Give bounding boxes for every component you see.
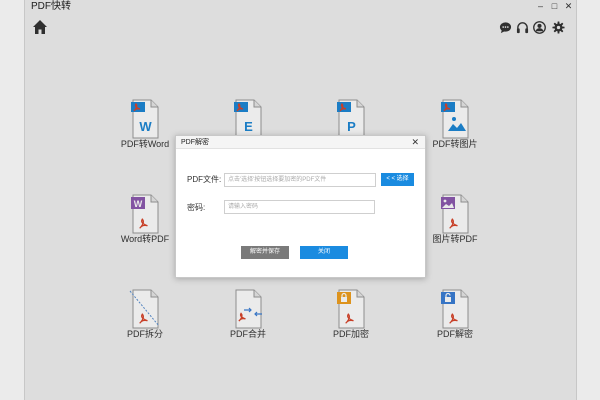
dialog-title-bar: PDF解密 ✕ xyxy=(176,136,425,149)
decrypt-dialog: PDF解密 ✕ PDF文件: 点击'选择'按钮选择要加密的PDF文件 < < 选… xyxy=(175,135,426,278)
dialog-title: PDF解密 xyxy=(181,139,209,146)
password-label: 密码: xyxy=(187,203,206,212)
pdf-file-label: PDF文件: xyxy=(187,175,222,184)
dialog-close-icon[interactable]: ✕ xyxy=(411,137,419,148)
decrypt-save-button[interactable]: 解密并保存 xyxy=(241,246,289,259)
close-dialog-button[interactable]: 关闭 xyxy=(300,246,348,259)
pdf-file-input[interactable]: 点击'选择'按钮选择要加密的PDF文件 xyxy=(224,173,376,187)
select-file-button[interactable]: < < 选择 xyxy=(381,173,414,186)
password-input[interactable]: 请输入密码 xyxy=(224,200,375,214)
